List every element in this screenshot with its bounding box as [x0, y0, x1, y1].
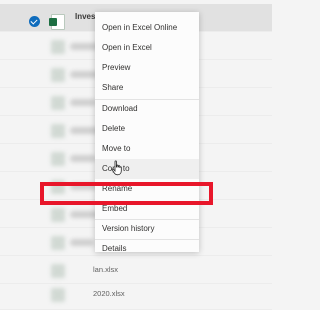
menu-item-download[interactable]: Download	[95, 99, 199, 119]
excel-file-icon	[51, 68, 65, 82]
hand-pointer-icon	[111, 160, 122, 176]
version-history-highlight	[40, 182, 213, 205]
menu-item-version-history[interactable]: Version history	[95, 219, 199, 239]
file-name[interactable]: 2020.xlsx	[93, 289, 125, 298]
checkmark-circle-icon[interactable]	[29, 16, 40, 27]
excel-file-icon	[51, 152, 65, 166]
excel-file-icon	[51, 208, 65, 222]
file-name-blurred	[70, 155, 96, 162]
menu-item-move-to[interactable]: Move to	[95, 139, 199, 159]
excel-file-icon	[51, 264, 65, 278]
file-row[interactable]: lan.xlsx	[0, 256, 272, 284]
menu-item-open-in-excel-online[interactable]: Open in Excel Online	[95, 18, 199, 38]
file-name-blurred	[70, 71, 98, 78]
menu-item-delete[interactable]: Delete	[95, 119, 199, 139]
menu-item-details[interactable]: Details	[95, 239, 199, 259]
menu-item-share[interactable]: Share	[95, 78, 199, 98]
excel-file-icon	[49, 14, 65, 30]
excel-file-icon	[51, 236, 65, 250]
context-menu: Open in Excel Online Open in Excel Previ…	[95, 12, 199, 253]
file-name-blurred	[70, 211, 98, 218]
file-name-blurred	[70, 239, 94, 246]
excel-file-icon	[51, 96, 65, 110]
file-name-blurred	[70, 99, 96, 106]
menu-item-open-in-excel[interactable]: Open in Excel	[95, 38, 199, 58]
excel-file-icon	[51, 40, 65, 54]
excel-file-icon	[51, 124, 65, 138]
menu-item-preview[interactable]: Preview	[95, 58, 199, 78]
file-name[interactable]: lan.xlsx	[93, 265, 118, 274]
file-row[interactable]: 2020.xlsx	[0, 282, 272, 310]
